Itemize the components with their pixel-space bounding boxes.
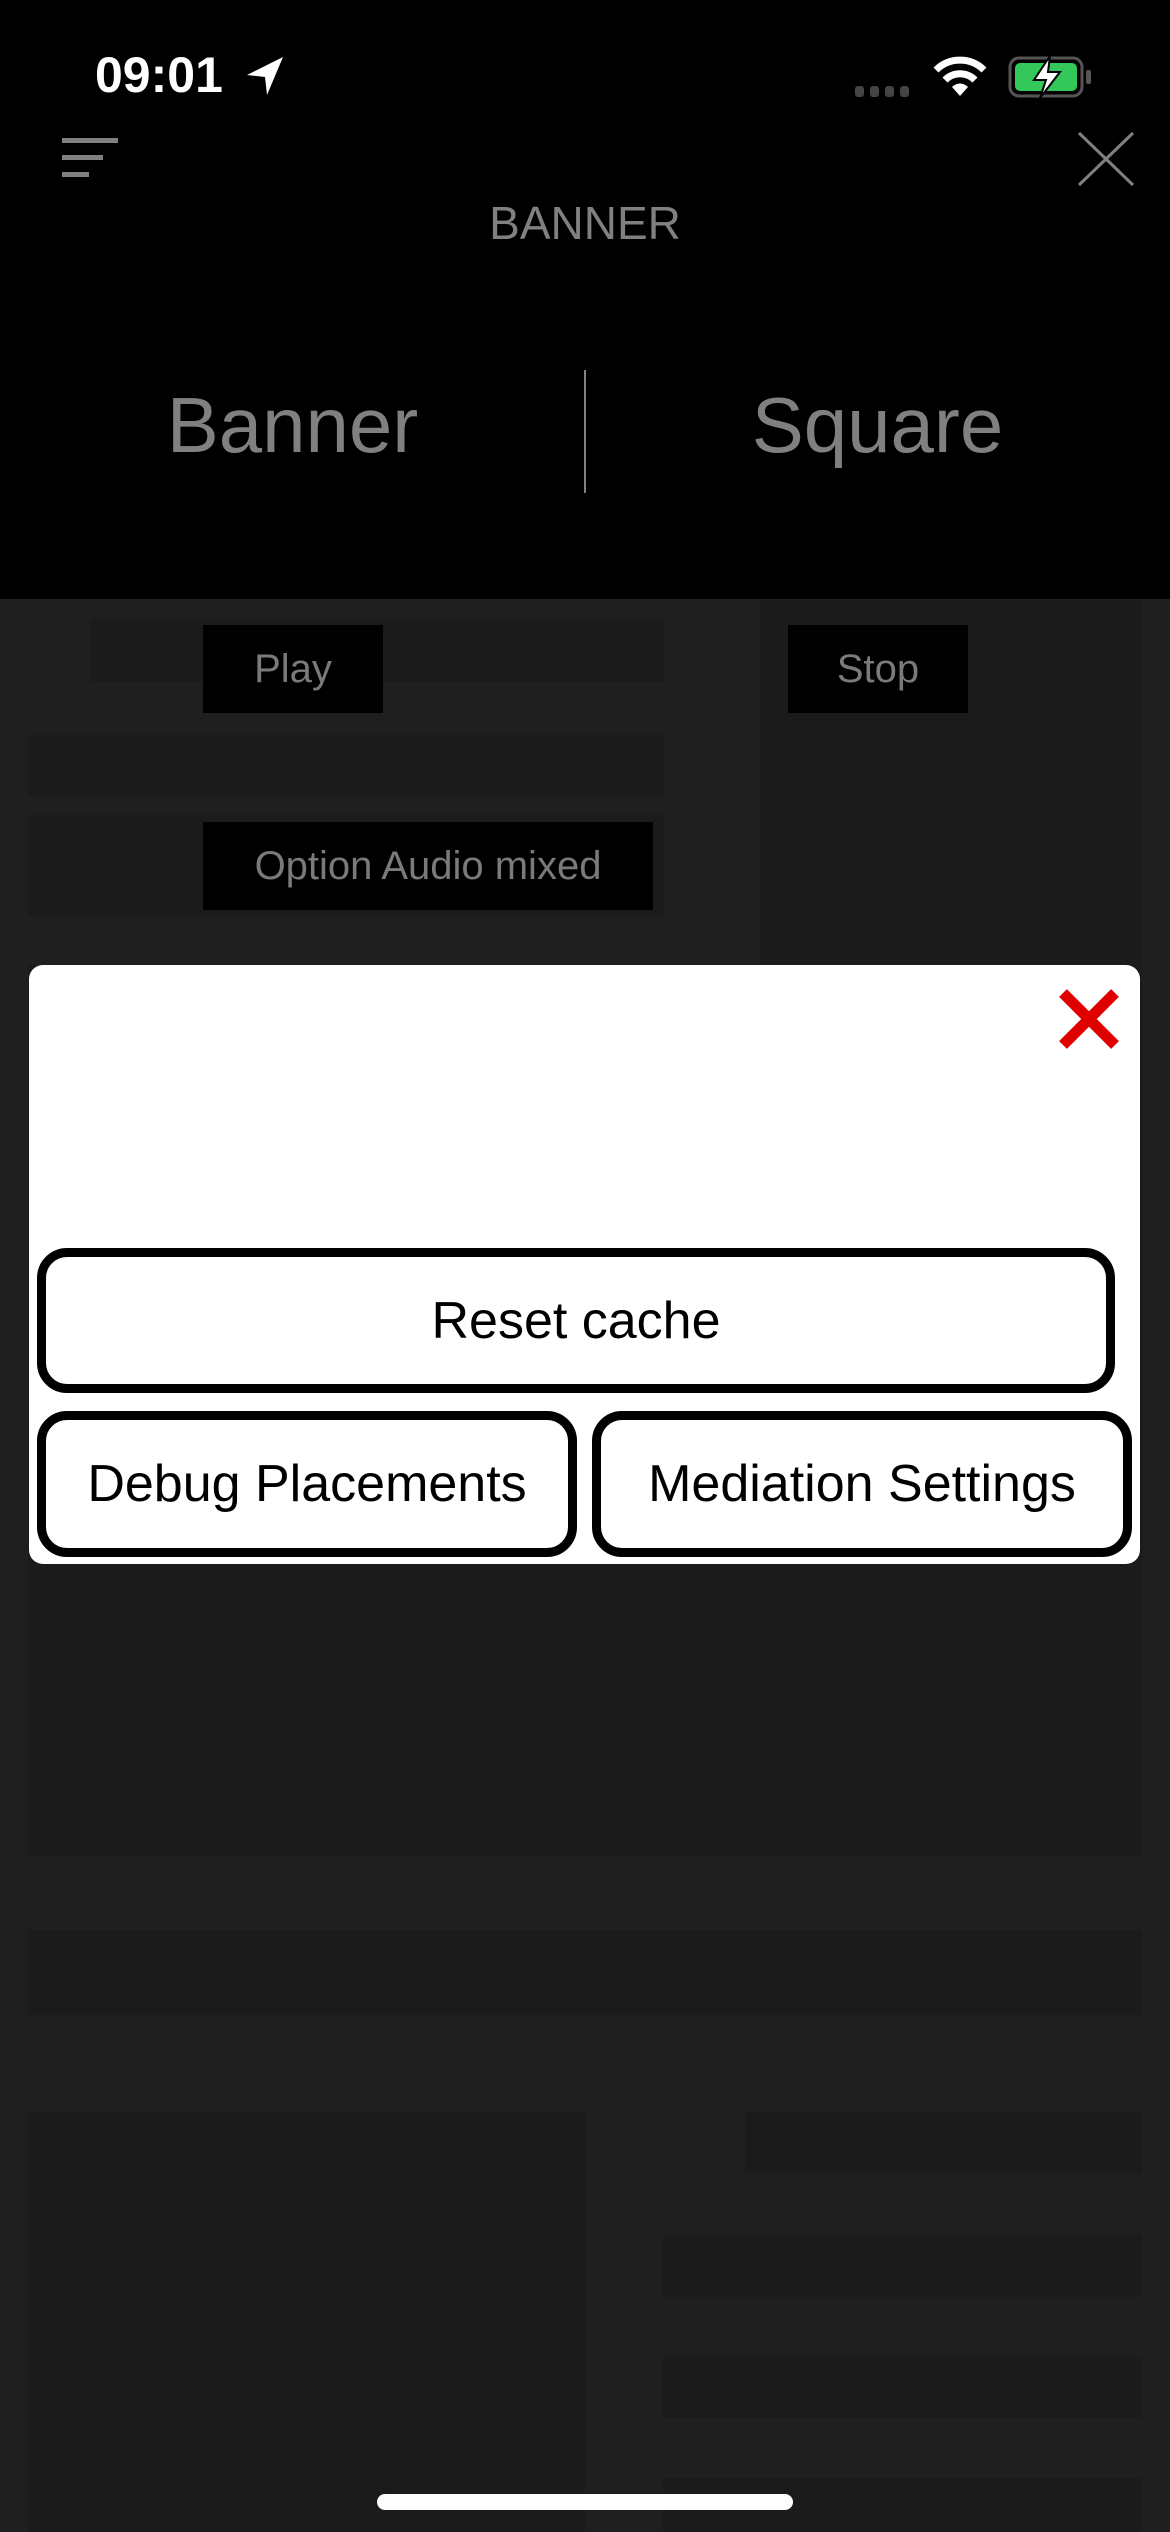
content-panel — [28, 735, 664, 795]
reset-cache-button[interactable]: Reset cache — [37, 1248, 1115, 1393]
debug-modal: Reset cache Debug Placements Mediation S… — [29, 965, 1140, 1564]
play-button[interactable]: Play — [203, 625, 383, 713]
wifi-icon — [933, 56, 987, 96]
status-time: 09:01 — [95, 47, 223, 103]
modal-close-icon[interactable] — [1057, 987, 1121, 1051]
page-title: BANNER — [489, 197, 681, 249]
location-arrow-icon — [247, 57, 283, 95]
content-panel — [745, 2112, 1142, 2173]
content-panel — [663, 2235, 1142, 2297]
stop-button[interactable]: Stop — [788, 625, 968, 713]
home-indicator[interactable] — [377, 2494, 793, 2510]
cellular-signal-icon — [855, 86, 909, 97]
content-panel — [28, 2112, 585, 2532]
close-icon[interactable] — [1076, 130, 1136, 188]
battery-charging-icon — [1008, 56, 1091, 98]
content-panel — [663, 2357, 1142, 2418]
tab-banner[interactable]: Banner — [0, 380, 585, 471]
mediation-settings-button[interactable]: Mediation Settings — [592, 1411, 1132, 1557]
app-header: 09:01 BANNER Banner Square — [0, 0, 1170, 599]
hamburger-menu-icon[interactable] — [60, 136, 120, 180]
tab-square[interactable]: Square — [585, 380, 1170, 471]
audio-option-button[interactable]: Option Audio mixed — [203, 822, 653, 910]
debug-placements-button[interactable]: Debug Placements — [37, 1411, 577, 1557]
content-panel — [28, 1930, 1142, 2015]
